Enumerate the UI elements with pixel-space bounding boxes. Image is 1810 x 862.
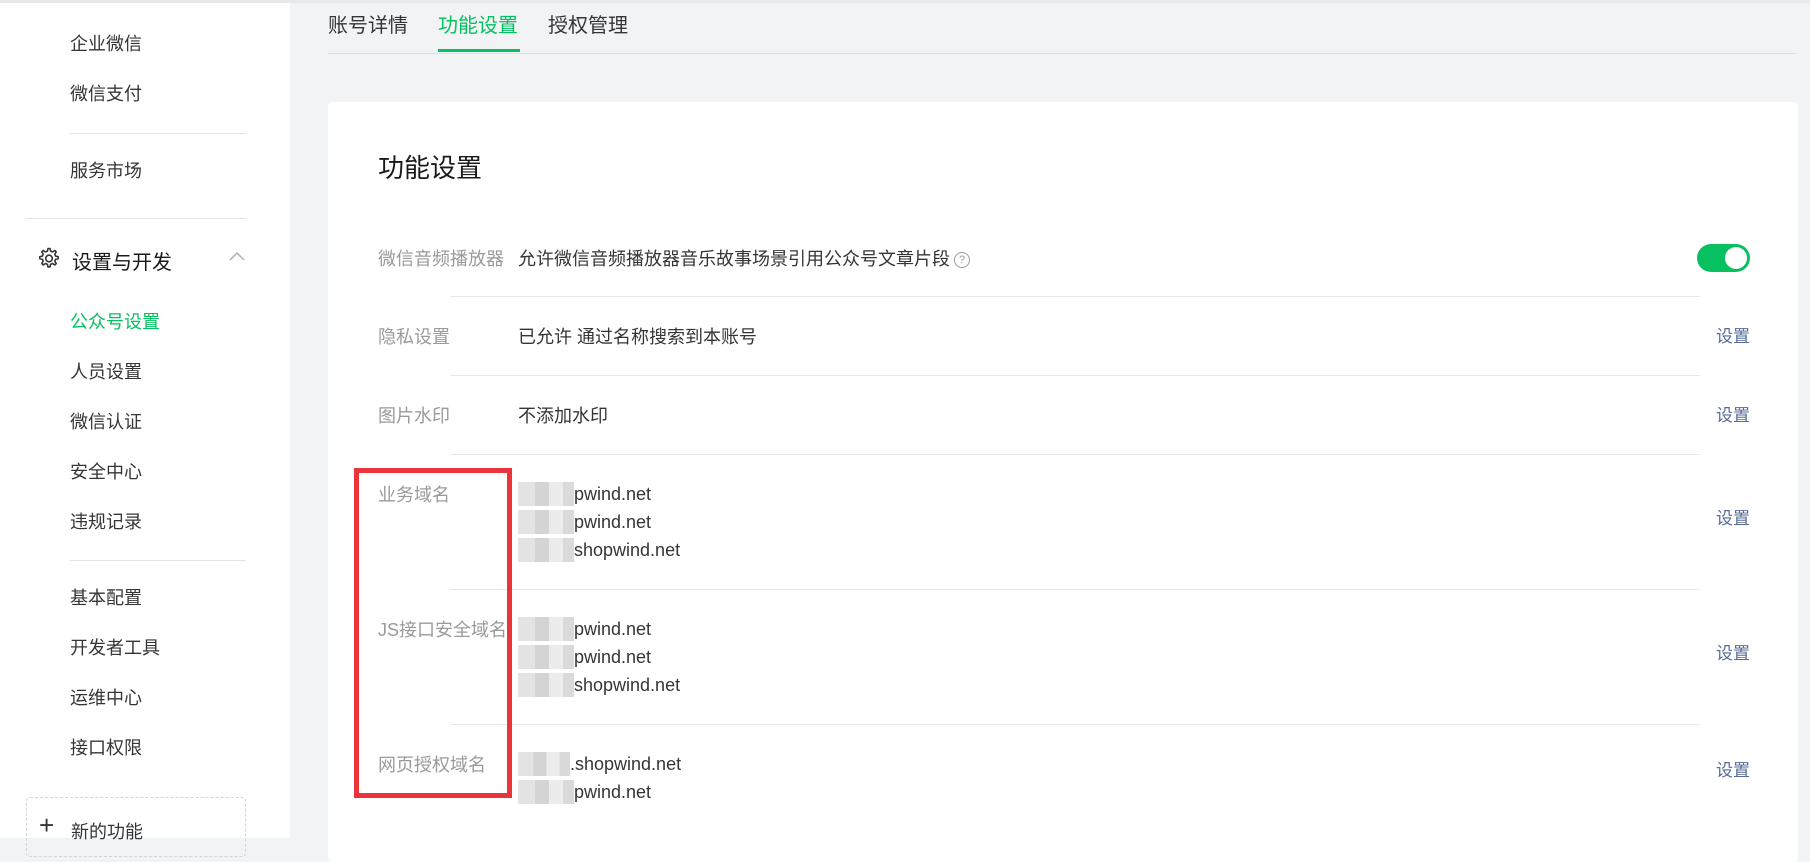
row-divider [450,296,1700,297]
help-icon[interactable]: ? [954,252,970,268]
sidebar-item-account-settings[interactable]: 公众号设置 [70,310,160,334]
sidebar-divider [26,218,246,219]
sidebar-item-api-permissions[interactable]: 接口权限 [70,736,142,760]
tab-account-details[interactable]: 账号详情 [328,12,408,40]
active-tab-indicator [438,49,520,52]
sidebar-divider [70,133,246,134]
row-divider [450,589,1700,590]
row-label: JS接口安全域名 [378,620,508,640]
settings-row-privacy: 隐私设置 已允许 通过名称搜索到本账号 设置 [378,322,1750,352]
card-title: 功能设置 [378,153,483,183]
row-divider [450,724,1700,725]
sidebar: 企业微信 微信支付 服务市场 设置与开发 公众号设置 人员设置 微信认证 安全中… [0,0,290,857]
sidebar-item-ops-center[interactable]: 运维中心 [70,686,142,710]
redacted-block [518,482,574,506]
sidebar-item-wecom[interactable]: 企业微信 [70,32,142,56]
row-label: 隐私设置 [378,327,450,347]
settings-row-js-domain: JS接口安全域名 pwind.net pwind.net shopwind.ne… [378,615,1750,705]
redacted-block [518,617,574,641]
domain-item: pwind.net [518,643,680,671]
sidebar-item-staff-settings[interactable]: 人员设置 [70,360,142,384]
new-function-button[interactable]: + 新的功能 [26,797,246,857]
js-domain-settings-link[interactable]: 设置 [1716,641,1750,667]
oauth-domain-settings-link[interactable]: 设置 [1716,758,1750,784]
sidebar-top-border [0,0,290,3]
domain-list: pwind.net pwind.net shopwind.net [518,480,680,564]
domain-item: .shopwind.net [518,750,681,778]
row-label: 网页授权域名 [378,755,486,775]
gear-icon [39,247,59,268]
sidebar-item-basic-config[interactable]: 基本配置 [70,586,142,610]
redacted-block [518,752,570,776]
sidebar-divider [70,560,246,561]
audio-player-toggle[interactable] [1697,244,1750,272]
row-label: 图片水印 [378,406,450,426]
domain-list: pwind.net pwind.net shopwind.net [518,615,680,699]
tab-authorization-management[interactable]: 授权管理 [548,12,628,40]
settings-row-audio-player: 微信音频播放器 允许微信音频播放器音乐故事场景引用公众号文章片段? [378,244,1750,274]
sidebar-item-developer-tools[interactable]: 开发者工具 [70,636,160,660]
plus-icon: + [39,810,55,840]
row-divider [450,375,1700,376]
sidebar-item-wechat-pay[interactable]: 微信支付 [70,82,142,106]
redacted-block [518,780,574,804]
domain-item: pwind.net [518,480,680,508]
domain-item: shopwind.net [518,536,680,564]
row-label: 业务域名 [378,485,450,505]
domain-item: pwind.net [518,778,681,806]
redacted-block [518,645,574,669]
redacted-block [518,538,574,562]
domain-list: .shopwind.net pwind.net [518,750,681,806]
function-settings-card: 功能设置 微信音频播放器 允许微信音频播放器音乐故事场景引用公众号文章片段? 隐… [328,102,1798,862]
sidebar-group-settings-dev[interactable]: 设置与开发 [36,244,246,274]
sidebar-item-violation-records[interactable]: 违规记录 [70,510,142,534]
sidebar-item-wechat-verification[interactable]: 微信认证 [70,410,142,434]
new-function-label: 新的功能 [71,822,143,842]
row-value: 已允许 通过名称搜索到本账号 [518,327,757,347]
domain-item: shopwind.net [518,671,680,699]
redacted-block [518,673,574,697]
privacy-settings-link[interactable]: 设置 [1716,324,1750,350]
settings-row-oauth-domain: 网页授权域名 .shopwind.net pwind.net 设置 [378,750,1750,810]
watermark-settings-link[interactable]: 设置 [1716,403,1750,429]
settings-row-watermark: 图片水印 不添加水印 设置 [378,401,1750,431]
toggle-knob [1725,247,1747,269]
sidebar-item-security-center[interactable]: 安全中心 [70,460,142,484]
chevron-up-icon[interactable] [228,250,246,262]
domain-item: pwind.net [518,508,680,536]
tab-function-settings[interactable]: 功能设置 [438,12,518,40]
sidebar-group-title: 设置与开发 [72,252,172,274]
domain-item: pwind.net [518,615,680,643]
business-domain-settings-link[interactable]: 设置 [1716,506,1750,532]
redacted-block [518,510,574,534]
row-value: 不添加水印 [518,406,608,426]
row-divider [450,454,1700,455]
sidebar-item-service-market[interactable]: 服务市场 [70,159,142,183]
row-label: 微信音频播放器 [378,249,504,269]
settings-row-business-domain: 业务域名 pwind.net pwind.net shopwind.net 设置 [378,480,1750,570]
row-value: 允许微信音频播放器音乐故事场景引用公众号文章片段? [518,245,970,273]
